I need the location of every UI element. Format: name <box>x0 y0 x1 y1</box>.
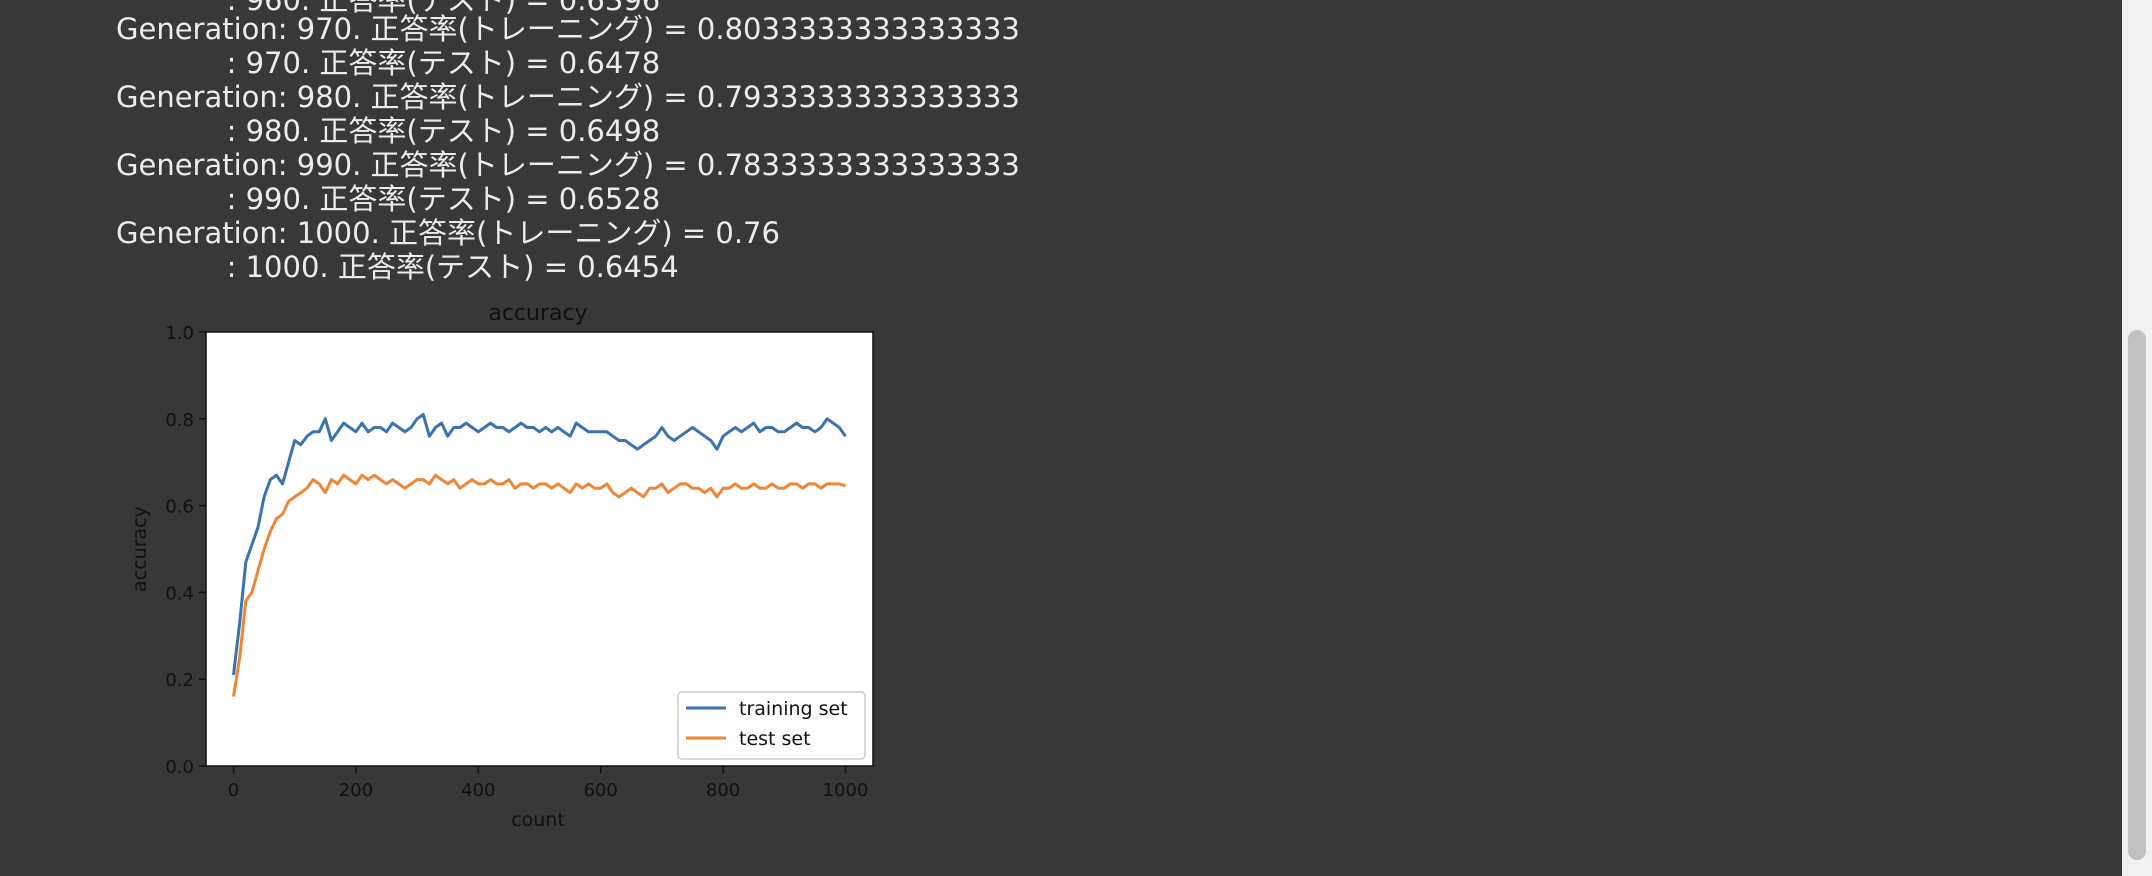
x-tick-label: 0 <box>228 780 239 801</box>
scrollbar-thumb[interactable] <box>2128 330 2146 860</box>
y-tick-label: 0.0 <box>165 757 194 778</box>
y-tick-label: 0.6 <box>165 497 194 518</box>
x-tick-label: 800 <box>706 780 740 801</box>
y-axis: 0.0 0.2 0.4 0.6 0.8 1.0 <box>165 323 206 778</box>
x-tick-label: 600 <box>584 780 618 801</box>
x-axis-label: count <box>511 809 565 831</box>
y-tick-label: 0.2 <box>165 670 194 691</box>
y-axis-label: accuracy <box>129 506 151 592</box>
legend-label: test set <box>739 728 811 750</box>
chart-title: accuracy <box>488 301 587 326</box>
x-tick-label: 200 <box>339 780 373 801</box>
x-tick-label: 1000 <box>823 780 869 801</box>
legend-label: training set <box>739 698 848 720</box>
notebook-output-cell: : 960. 正答率(テスト) = 0.6396 Generation: 970… <box>0 0 2152 876</box>
legend: training set test set <box>677 691 866 760</box>
x-axis: 0 200 400 600 800 1000 <box>228 766 869 801</box>
accuracy-chart: accuracy 0.0 0.2 0.4 0.6 0.8 1.0 0 200 400 600 80… <box>129 301 874 831</box>
y-tick-label: 0.8 <box>165 410 194 431</box>
y-tick-label: 0.4 <box>165 583 194 604</box>
y-tick-label: 1.0 <box>165 323 194 344</box>
x-tick-label: 400 <box>461 780 495 801</box>
